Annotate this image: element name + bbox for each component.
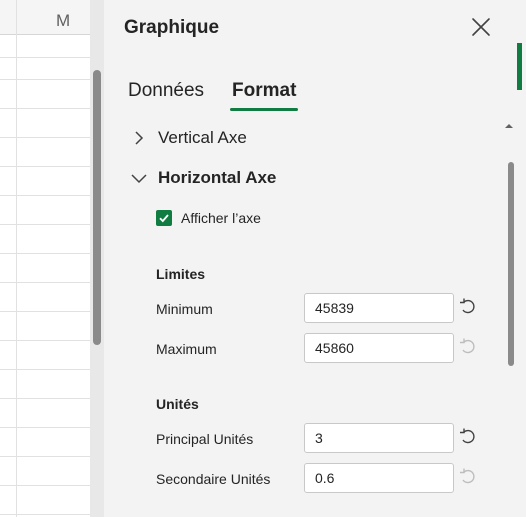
close-icon[interactable] [470, 16, 492, 38]
row-gridline [0, 282, 90, 283]
section-vertical-axe[interactable]: Vertical Axe [130, 128, 247, 148]
chevron-down-icon [131, 174, 147, 184]
row-gridline [0, 369, 90, 370]
row-gridline [0, 224, 90, 225]
row-gridline [0, 456, 90, 457]
column-header-row: M [0, 0, 90, 35]
limits-group-title: Limites [156, 266, 206, 282]
row-gridline [0, 514, 90, 515]
reset-icon[interactable] [458, 297, 478, 317]
row-gridline [0, 485, 90, 486]
major-unit-input[interactable] [304, 423, 454, 453]
row-gridline [0, 398, 90, 399]
sheet-vertical-scrollbar[interactable] [90, 0, 104, 517]
active-tab-indicator [230, 108, 298, 111]
spreadsheet-grid[interactable]: M [0, 0, 90, 517]
minor-unit-label: Secondaire Unités [156, 471, 271, 487]
row-gridline [0, 166, 90, 167]
sheet-scrollbar-thumb[interactable] [93, 70, 101, 345]
row-gridline [0, 340, 90, 341]
chart-format-pane: Graphique Données Format Vertical Axe Ho… [104, 0, 526, 517]
pane-title: Graphique [124, 17, 220, 38]
minor-unit-input[interactable] [304, 463, 454, 493]
maximum-label: Maximum [156, 341, 217, 357]
units-group-title: Unités [156, 396, 199, 412]
minimum-label: Minimum [156, 301, 213, 317]
chevron-right-icon [135, 131, 144, 145]
row-gridline [0, 253, 90, 254]
column-divider [16, 0, 17, 517]
reset-icon[interactable] [458, 427, 478, 447]
column-header-m[interactable]: M [56, 11, 70, 31]
maximum-input[interactable] [304, 333, 454, 363]
row-gridline [0, 137, 90, 138]
checkmark-icon[interactable] [156, 210, 172, 226]
pane-scrollbar-thumb[interactable] [508, 162, 514, 366]
major-unit-label: Principal Unités [156, 431, 254, 447]
row-gridline [0, 108, 90, 109]
row-gridline [0, 57, 90, 58]
tab-format[interactable]: Format [232, 80, 296, 102]
reset-icon [458, 337, 478, 357]
row-gridline [0, 427, 90, 428]
reset-icon [458, 467, 478, 487]
tab-donnees[interactable]: Données [128, 80, 204, 102]
section-label: Horizontal Axe [158, 168, 277, 187]
row-gridline [0, 311, 90, 312]
row-gridline [0, 79, 90, 80]
row-gridline [0, 195, 90, 196]
minimum-input[interactable] [304, 293, 454, 323]
section-label: Vertical Axe [158, 128, 247, 147]
show-axis-checkbox[interactable]: Afficher l’axe [156, 210, 261, 226]
section-horizontal-axe[interactable]: Horizontal Axe [130, 168, 276, 188]
pane-accent-bar [517, 43, 522, 90]
scroll-up-arrow-icon[interactable] [504, 118, 514, 128]
show-axis-label: Afficher l’axe [181, 210, 261, 226]
